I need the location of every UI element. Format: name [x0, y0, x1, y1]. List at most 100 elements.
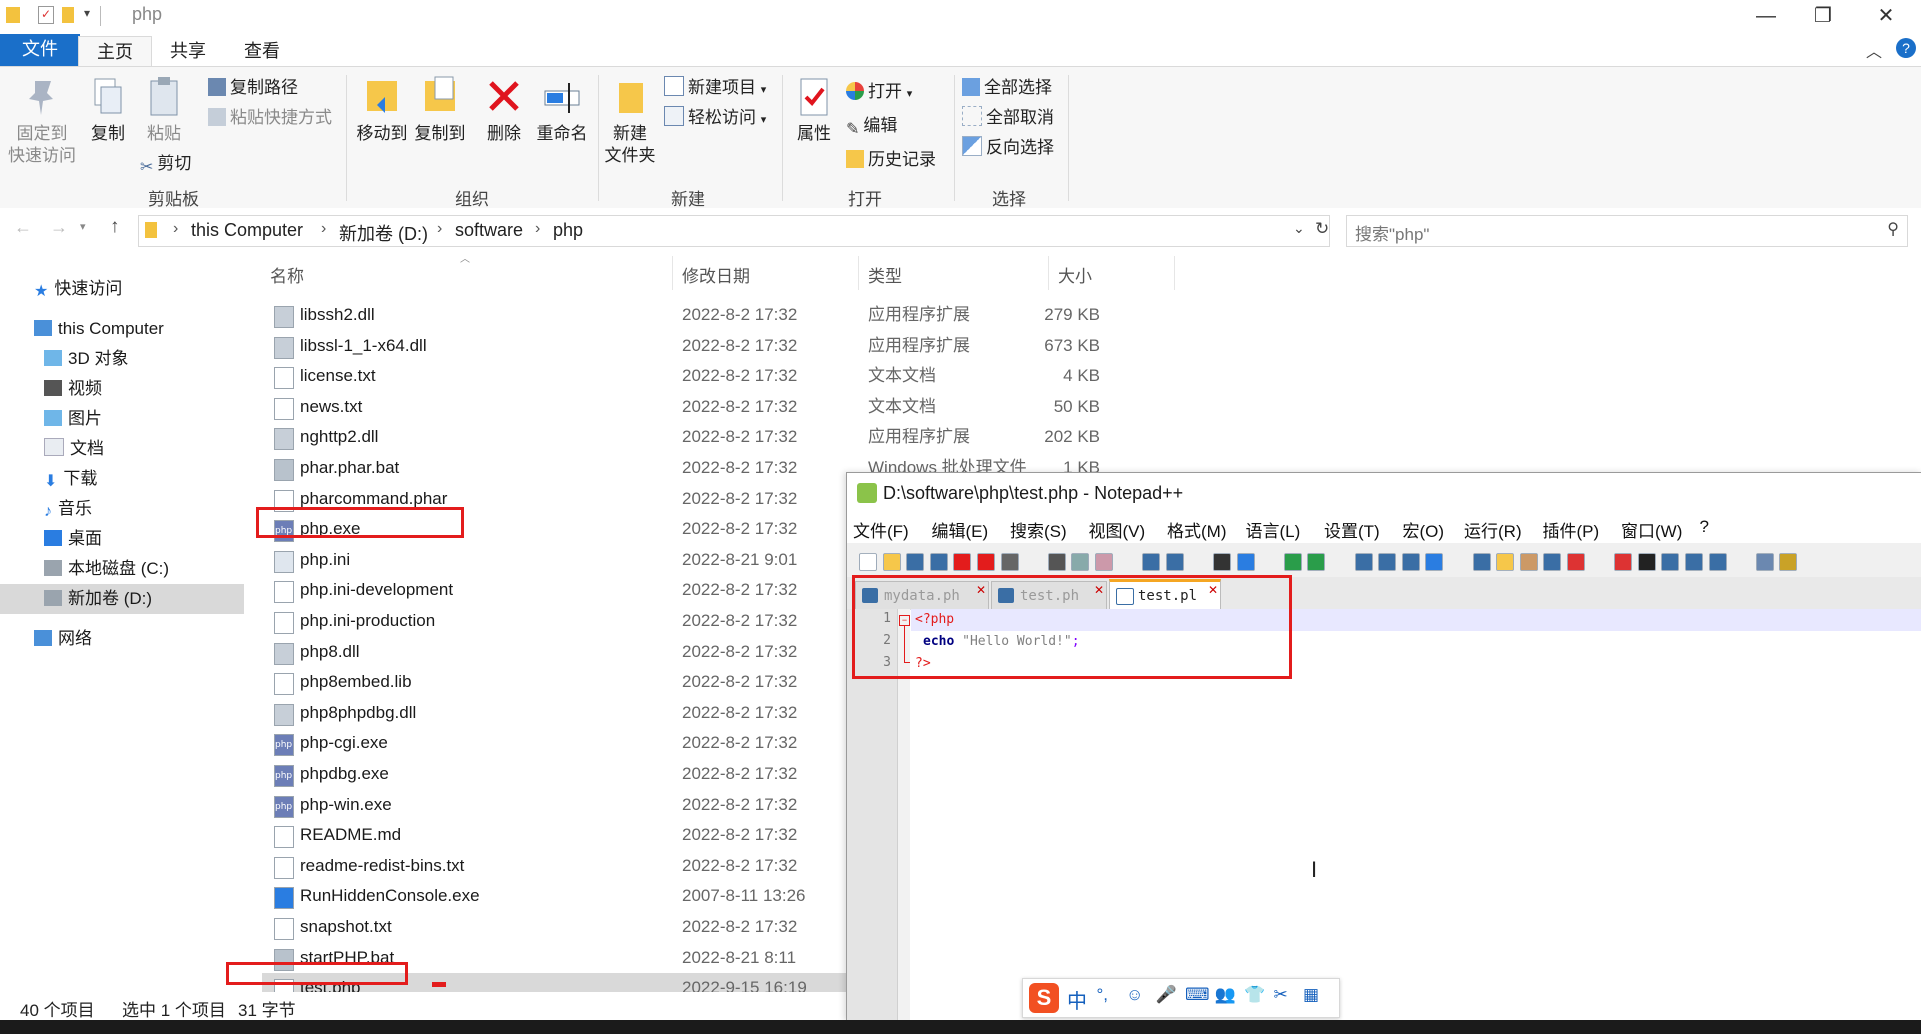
nav-item-quick-access[interactable]: ★ 快速访问: [0, 274, 244, 304]
func-list-icon[interactable]: [1543, 553, 1562, 571]
npp-menu-item[interactable]: 语言(L): [1246, 517, 1301, 542]
npp-menu-item[interactable]: 搜索(S): [1010, 517, 1067, 542]
npp-menu-item[interactable]: 运行(R): [1464, 517, 1522, 542]
ime-chinese-mode[interactable]: 中: [1067, 985, 1087, 1014]
rename-button[interactable]: 重命名: [534, 75, 590, 145]
nav-item-network[interactable]: 网络: [0, 624, 244, 654]
nav-item-drive-d[interactable]: 新加卷 (D:): [0, 584, 244, 614]
ime-crop-icon[interactable]: ✂: [1274, 985, 1288, 1005]
delete-button[interactable]: 删除: [480, 75, 528, 145]
table-row[interactable]: nghttp2.dll 2022-8-2 17:32 应用程序扩展 202 KB: [262, 422, 1262, 452]
copy-path-button[interactable]: 复制路径: [208, 75, 298, 101]
tab-home[interactable]: 主页: [78, 36, 152, 67]
nav-item-this-computer[interactable]: this Computer: [0, 314, 244, 344]
ime-users-icon[interactable]: 👥: [1215, 985, 1236, 1005]
paste-shortcut-button[interactable]: 粘贴快捷方式: [208, 105, 332, 131]
npp-menu-item[interactable]: 宏(O): [1403, 517, 1445, 542]
spell-check-icon[interactable]: [1755, 553, 1774, 571]
ime-voice-icon[interactable]: 🎤: [1156, 985, 1177, 1005]
up-icon[interactable]: ↑: [110, 216, 120, 238]
nav-item-3d-objects[interactable]: 3D 对象: [0, 344, 244, 374]
npp-menu-item[interactable]: 视图(V): [1089, 517, 1146, 542]
npp-menu-item[interactable]: 窗口(W): [1621, 517, 1682, 542]
move-to-button[interactable]: 移动到: [354, 75, 410, 145]
folder-workspace-icon[interactable]: [1567, 553, 1585, 571]
zoom-in-icon[interactable]: [1283, 553, 1302, 571]
record-macro-icon[interactable]: [1614, 553, 1632, 571]
close-icon[interactable]: [953, 553, 972, 571]
properties-button[interactable]: 属性: [790, 75, 838, 145]
nav-item-pictures[interactable]: 图片: [0, 404, 244, 434]
column-header-date[interactable]: 修改日期: [682, 262, 750, 287]
sync-v-icon[interactable]: [1354, 553, 1373, 571]
table-row[interactable]: libssl-1_1-x64.dll 2022-8-2 17:32 应用程序扩展 67…: [262, 331, 1262, 361]
redo-icon[interactable]: [1165, 553, 1184, 571]
npp-menu-item[interactable]: 设置(T): [1324, 517, 1380, 542]
zoom-out-icon[interactable]: [1307, 553, 1326, 571]
search-input[interactable]: 搜索"php": [1355, 220, 1429, 245]
user-lang-icon[interactable]: [1496, 553, 1514, 571]
close-all-icon[interactable]: [977, 553, 995, 571]
doc-map-icon[interactable]: [1519, 553, 1538, 571]
forward-icon[interactable]: →: [50, 217, 68, 238]
open-button[interactable]: 打开 ▾: [846, 79, 912, 105]
maximize-button[interactable]: ❐: [1793, 2, 1853, 30]
save-icon[interactable]: [906, 553, 924, 571]
npp-menu-item[interactable]: 插件(P): [1543, 517, 1600, 542]
new-item-button[interactable]: 新建项目 ▾: [664, 75, 766, 101]
nav-item-videos[interactable]: 视频: [0, 374, 244, 404]
replace-icon[interactable]: [1236, 553, 1255, 571]
collapse-ribbon-icon[interactable]: ︿: [1866, 38, 1882, 62]
tab-file[interactable]: 文件: [0, 34, 80, 66]
word-wrap-icon[interactable]: [1401, 553, 1420, 571]
help-icon[interactable]: ?: [1896, 38, 1916, 58]
pin-to-quick-access-button[interactable]: 固定到 快速访问: [4, 75, 80, 167]
customize-quick-access-icon[interactable]: ▾: [84, 6, 90, 20]
table-row[interactable]: news.txt 2022-8-2 17:32 文本文档 50 KB: [262, 392, 1262, 422]
invert-selection-button[interactable]: 反向选择: [962, 135, 1054, 161]
select-all-button[interactable]: 全部选择: [962, 75, 1052, 101]
copy-to-button[interactable]: 复制到: [412, 75, 468, 145]
recent-locations-icon[interactable]: ▾: [80, 220, 86, 233]
play-macro-icon[interactable]: [1661, 553, 1680, 571]
ime-skin-icon[interactable]: 👕: [1244, 985, 1265, 1005]
back-icon[interactable]: ←: [14, 217, 32, 238]
ime-toolbar[interactable]: S 中 °, ☺ 🎤 ⌨ 👥 👕 ✂ ▦: [1022, 978, 1340, 1018]
breadcrumb-php[interactable]: php: [553, 220, 583, 241]
edit-button[interactable]: ✎ 编辑: [846, 113, 897, 139]
refresh-icon[interactable]: ↻: [1315, 219, 1329, 239]
search-box[interactable]: 搜索"php" ⚲: [1346, 215, 1908, 247]
breadcrumb-drive-d[interactable]: 新加卷 (D:): [339, 220, 428, 246]
ime-toolbox-icon[interactable]: ▦: [1303, 985, 1319, 1005]
new-file-icon[interactable]: [859, 553, 877, 571]
indent-guide-icon[interactable]: [1472, 553, 1491, 571]
copy-icon[interactable]: [1071, 553, 1090, 571]
nav-item-desktop[interactable]: 桌面: [0, 524, 244, 554]
stop-macro-icon[interactable]: [1637, 553, 1656, 571]
history-button[interactable]: 历史记录: [846, 147, 936, 173]
select-none-button[interactable]: 全部取消: [962, 105, 1054, 131]
npp-menu-item[interactable]: 编辑(E): [932, 517, 989, 542]
abc-icon[interactable]: [1779, 553, 1798, 571]
search-icon[interactable]: ⚲: [1887, 219, 1899, 239]
new-folder-button[interactable]: 新建 文件夹: [602, 75, 658, 167]
notepadpp-window[interactable]: D:\software\php\test.php - Notepad++ 文件(…: [846, 472, 1921, 1021]
ime-emoji-icon[interactable]: ☺: [1126, 985, 1143, 1005]
minimize-button[interactable]: —: [1736, 2, 1796, 30]
nav-item-drive-c[interactable]: 本地磁盘 (C:): [0, 554, 244, 584]
npp-menu-item[interactable]: 格式(M): [1167, 517, 1226, 542]
paste-icon[interactable]: [1095, 553, 1113, 571]
breadcrumb-this-computer[interactable]: this Computer: [191, 220, 303, 241]
find-icon[interactable]: [1213, 553, 1231, 571]
npp-menu-item[interactable]: 文件(F): [853, 517, 909, 542]
cut-icon[interactable]: [1047, 553, 1066, 571]
address-bar[interactable]: › this Computer › 新加卷 (D:) › software › …: [138, 215, 1330, 247]
show-all-icon[interactable]: [1425, 553, 1444, 571]
copy-button[interactable]: 复制: [84, 75, 132, 145]
close-button[interactable]: ✕: [1856, 2, 1916, 30]
run-macro-icon[interactable]: [1685, 553, 1703, 571]
tab-share[interactable]: 共享: [152, 36, 224, 66]
paste-button[interactable]: 粘贴: [140, 75, 188, 145]
easy-access-button[interactable]: 轻松访问 ▾: [664, 105, 766, 131]
nav-item-documents[interactable]: 文档: [0, 434, 244, 464]
